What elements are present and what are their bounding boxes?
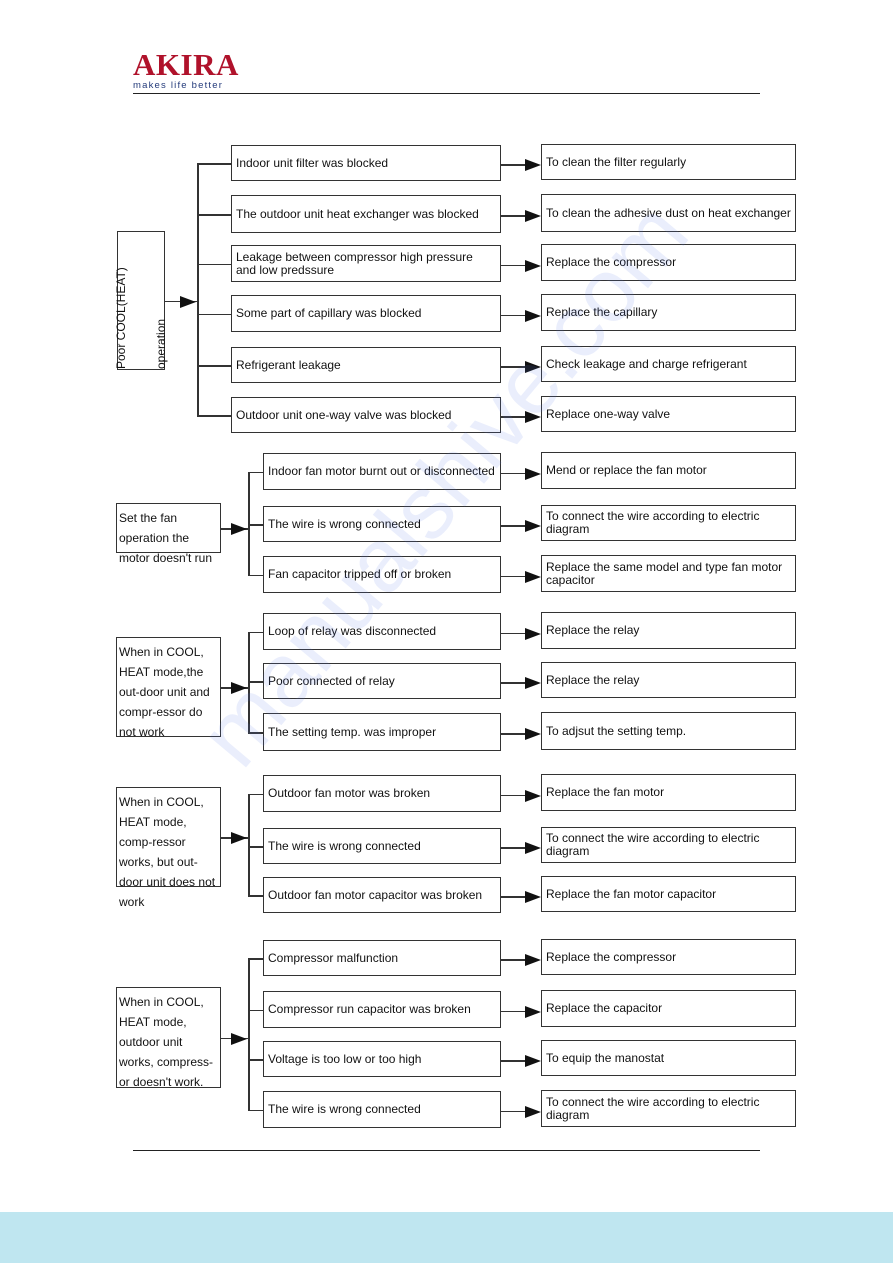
branch-line [197,365,231,367]
cause-box: Outdoor fan motor capacitor was broken [263,877,501,913]
arrow-icon [525,467,541,480]
cause-box: Compressor run capacitor was broken [263,991,501,1028]
symptom-box: When in COOL, HEAT mode,the out-door uni… [116,637,221,739]
remedy-box: Replace the relay [541,612,796,649]
cause-box: Voltage is too low or too high [263,1041,501,1077]
branch-line [248,574,263,576]
arrow-icon [525,520,541,532]
remedy-box: Replace the compressor [541,244,796,281]
cause-box: Loop of relay was disconnected [263,613,501,650]
remedy-box: To clean the adhesive dust on heat excha… [541,194,796,232]
branch-line [248,1009,263,1011]
remedy-box: Replace the same model and type fan moto… [541,555,796,592]
remedy-box: Check leakage and charge refrigerant [541,346,796,382]
branch-line [248,732,263,734]
cause-box: Outdoor fan motor was broken [263,775,501,812]
branch-trunk [248,958,250,1110]
logo-brand: AKIRA [133,47,239,82]
arrow-icon [525,891,541,903]
logo-tagline: makes life better [133,80,224,91]
footer-rule [133,1150,760,1151]
arrow-icon [525,309,541,322]
arrow-icon [525,954,541,966]
cause-box: The wire is wrong connected [263,1091,501,1128]
arrow-icon [525,259,541,272]
remedy-box: Replace the fan motor capacitor [541,876,796,912]
remedy-box: Replace the capillary [541,294,796,331]
cause-box: Indoor unit filter was blocked [231,145,501,181]
remedy-box: To connect the wire according to electri… [541,505,796,541]
remedy-box: Mend or replace the fan motor [541,452,796,489]
remedy-box: To adjsut the setting temp. [541,712,796,750]
cause-box: The wire is wrong connected [263,828,501,864]
cause-box: Indoor fan motor burnt out or disconnect… [263,453,501,490]
symptom-box: When in COOL, HEAT mode, comp-ressor wor… [116,787,221,909]
arrow-icon [525,570,541,583]
branch-line [248,631,263,633]
branch-trunk [248,793,250,895]
branch-trunk [197,163,199,415]
symptom-box: Set the fan operation the motor doesn't … [116,503,221,565]
branch-line [248,1059,263,1061]
symptom-box: When in COOL, HEAT mode, outdoor unit wo… [116,987,221,1089]
remedy-box: Replace the relay [541,662,796,698]
arrow-icon [180,295,196,308]
arrow-icon [525,159,541,171]
remedy-box: Replace one-way valve [541,396,796,432]
cause-box: The outdoor unit heat exchanger was bloc… [231,195,501,233]
arrow-icon [525,1055,541,1067]
branch-line [248,524,263,526]
branch-line [248,1109,263,1111]
branch-line [197,163,231,165]
remedy-box: Replace the capacitor [541,990,796,1027]
arrow-icon [525,728,541,740]
arrow-icon [525,1005,541,1018]
branch-line [197,415,231,417]
remedy-box: To clean the filter regularly [541,144,796,180]
branch-line [248,895,263,897]
symptom-box: Poor COOL(HEAT) operation [114,231,168,370]
branch-line [248,846,263,848]
arrow-icon [525,210,541,222]
cause-box: Refrigerant leakage [231,347,501,383]
remedy-box: To connect the wire according to electri… [541,827,796,863]
branch-line [248,681,263,683]
cause-box: Fan capacitor tripped off or broken [263,556,501,593]
arrow-icon [231,682,247,694]
branch-line [197,214,231,216]
branch-line [248,793,263,795]
arrow-icon [231,832,247,844]
remedy-box: Replace the fan motor [541,774,796,811]
cause-box: Poor connected of relay [263,663,501,699]
arrow-icon [231,523,247,535]
branch-line [197,313,231,315]
cause-box: The setting temp. was improper [263,713,501,751]
cause-box: Some part of capillary was blocked [231,295,501,332]
cause-box: Outdoor unit one-way valve was blocked [231,397,501,433]
arrow-icon [525,677,541,689]
cause-box: The wire is wrong connected [263,506,501,542]
branch-trunk [248,471,250,575]
arrow-icon [525,842,541,854]
arrow-icon [525,1105,541,1118]
arrow-icon [231,1032,247,1045]
cause-box: Leakage between compressor high pressure… [231,245,501,282]
remedy-box: To equip the manostat [541,1040,796,1076]
arrow-icon [525,361,541,373]
footer-band [0,1212,893,1263]
document-page: AKIRA makes life better Poor COOL(HEAT) … [0,0,893,1263]
arrow-icon [525,789,541,802]
branch-line [248,471,263,473]
cause-box: Compressor malfunction [263,940,501,976]
branch-line [197,263,231,265]
arrow-icon [525,411,541,423]
header-rule [133,93,760,94]
remedy-box: To connect the wire according to electri… [541,1090,796,1127]
remedy-box: Replace the compressor [541,939,796,975]
akira-logo: AKIRA makes life better [133,47,239,91]
branch-line [248,958,263,960]
arrow-icon [525,627,541,640]
